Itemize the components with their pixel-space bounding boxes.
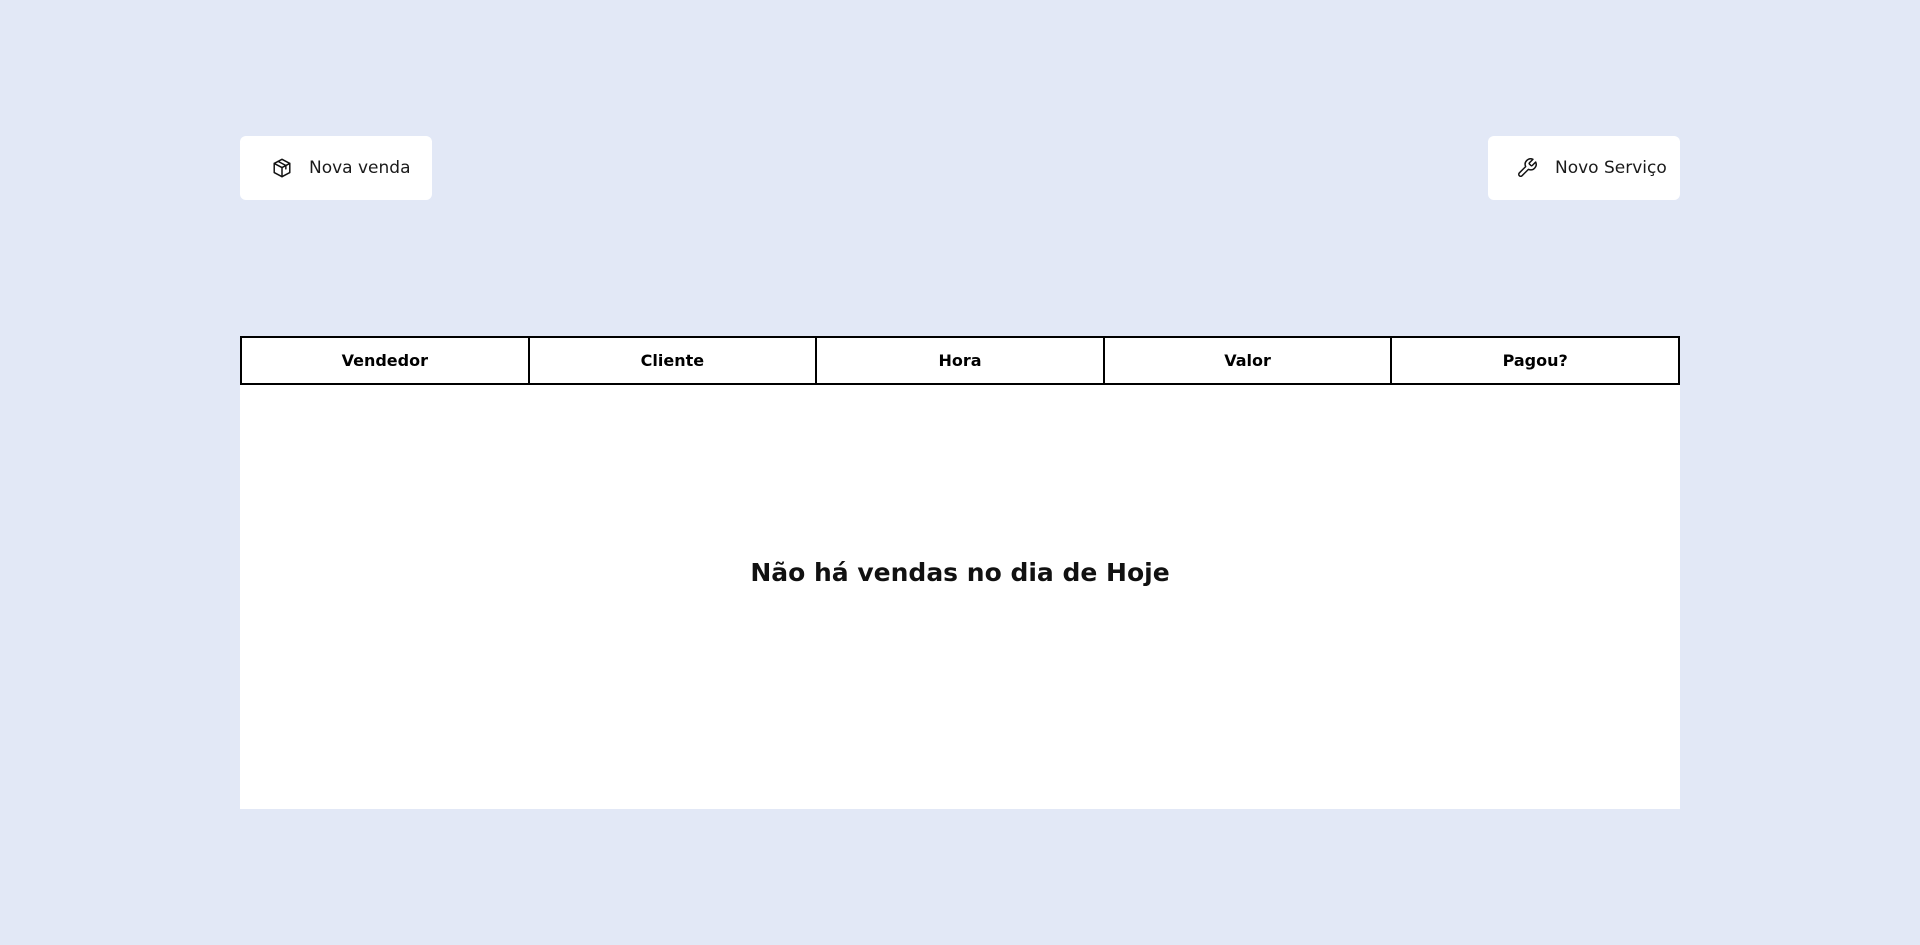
package-icon	[270, 156, 294, 180]
sales-table: Vendedor Cliente Hora Valor Pagou?	[240, 336, 1680, 385]
column-header-cliente: Cliente	[527, 336, 818, 385]
column-header-hora: Hora	[815, 336, 1105, 385]
column-header-pagou: Pagou?	[1390, 336, 1680, 385]
new-sale-button[interactable]: Nova venda	[240, 136, 432, 200]
sales-table-panel: Vendedor Cliente Hora Valor Pagou? Não h…	[240, 336, 1680, 809]
column-header-vendedor: Vendedor	[240, 336, 530, 385]
table-header-row: Vendedor Cliente Hora Valor Pagou?	[240, 336, 1680, 385]
new-sale-label: Nova venda	[309, 158, 411, 178]
wrench-icon	[1515, 156, 1539, 180]
new-service-button[interactable]: Novo Serviço	[1488, 136, 1680, 200]
sales-page: Nova venda Novo Serviço Vendedor Cliente…	[0, 0, 1920, 945]
new-service-label: Novo Serviço	[1555, 158, 1667, 178]
column-header-valor: Valor	[1102, 336, 1393, 385]
empty-state-message: Não há vendas no dia de Hoje	[750, 558, 1170, 587]
